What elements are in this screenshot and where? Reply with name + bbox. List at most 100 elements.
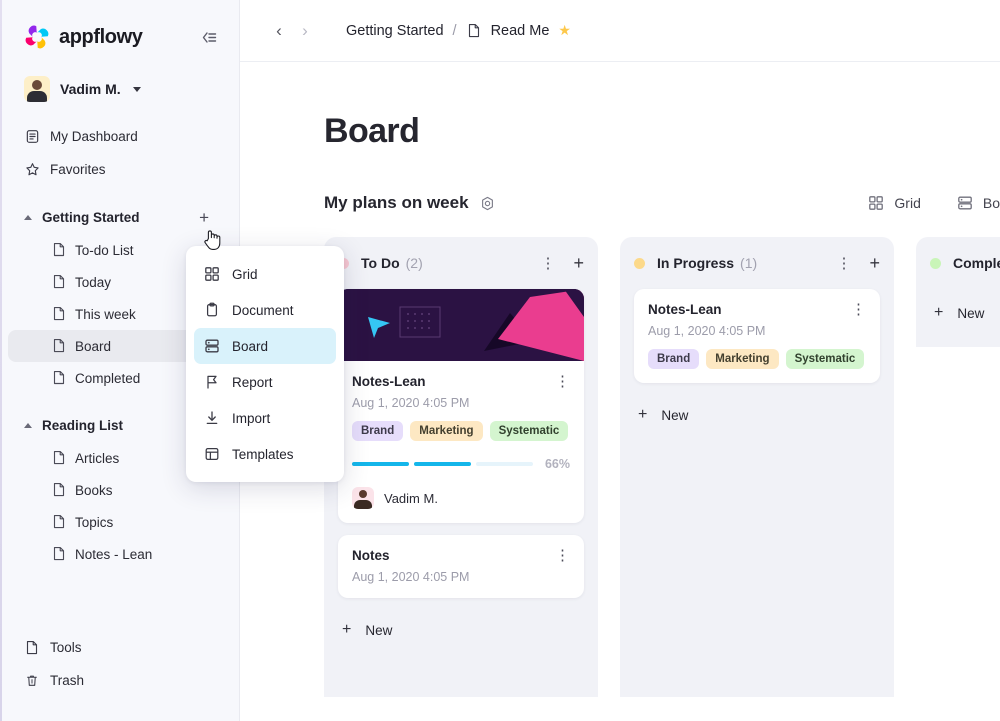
sidebar-item-trash[interactable]: Trash — [0, 664, 229, 697]
sidebar-item-label: Notes - Lean — [75, 547, 152, 562]
sidebar-item-label: Topics — [75, 515, 113, 530]
plus-icon: + — [342, 622, 351, 638]
templates-icon — [204, 446, 220, 462]
column-add-card-button[interactable]: + — [573, 254, 584, 272]
settings-target-icon[interactable] — [480, 196, 495, 211]
sidebar-item-label: Tools — [50, 640, 82, 655]
tag[interactable]: Brand — [648, 349, 699, 369]
sidebar-item-tools[interactable]: Tools — [0, 631, 229, 664]
document-icon — [52, 546, 66, 562]
sidebar-item-notes-lean[interactable]: Notes - Lean — [8, 538, 227, 570]
card-title: Notes — [352, 548, 390, 563]
sidebar-item-label: My Dashboard — [50, 129, 138, 144]
tag[interactable]: Systematic — [786, 349, 865, 369]
chevron-up-icon — [24, 215, 32, 220]
card-title: Notes-Lean — [648, 302, 722, 317]
plus-icon: + — [934, 305, 943, 321]
progress-percent: 66% — [545, 457, 570, 471]
menu-item-document[interactable]: Document — [194, 292, 336, 328]
card-title: Notes-Lean — [352, 374, 426, 389]
card-progress: 66% — [352, 457, 570, 471]
view-tab-grid[interactable]: Grid — [868, 195, 920, 211]
chevron-down-icon — [133, 87, 141, 92]
menu-item-grid[interactable]: Grid — [194, 256, 336, 292]
brand-name: appflowy — [59, 26, 142, 49]
board-card[interactable]: Notes-Lean ⋮ Aug 1, 2020 4:05 PM Brand M… — [338, 289, 584, 523]
new-label: New — [957, 306, 984, 321]
sidebar-item-label: This week — [75, 307, 136, 322]
column-name: In Progress — [657, 255, 734, 271]
breadcrumb-parent[interactable]: Getting Started — [346, 23, 444, 39]
forward-button[interactable]: › — [292, 18, 318, 44]
section-label: Reading List — [42, 418, 123, 433]
breadcrumb: Getting Started / Read Me ★ — [346, 22, 571, 39]
board-column-completed: Complet + New — [916, 237, 1000, 347]
document-icon — [52, 242, 66, 258]
breadcrumb-separator: / — [453, 23, 457, 39]
board-card[interactable]: Notes-Lean ⋮ Aug 1, 2020 4:05 PM Brand M… — [634, 289, 880, 383]
document-icon — [52, 514, 66, 530]
topbar: ‹ › Getting Started / Read Me ★ — [240, 0, 1000, 62]
menu-item-templates[interactable]: Templates — [194, 436, 336, 472]
sidebar-item-topics[interactable]: Topics — [8, 506, 227, 538]
dashboard-icon — [24, 129, 40, 145]
add-new-card-to-do[interactable]: + New — [338, 610, 584, 650]
add-new-card-completed[interactable]: + New — [930, 293, 1000, 333]
tag[interactable]: Systematic — [490, 421, 569, 441]
column-name: Complet — [953, 255, 1000, 271]
add-page-button[interactable]: + — [199, 209, 209, 226]
user-menu[interactable]: Vadim M. — [24, 74, 239, 104]
breadcrumb-current[interactable]: Read Me — [491, 23, 550, 39]
document-icon — [52, 338, 66, 354]
add-new-card-in-progress[interactable]: + New — [634, 395, 880, 435]
user-name: Vadim M. — [60, 81, 121, 97]
sidebar-item-label: Trash — [50, 673, 84, 688]
view-tab-board[interactable]: Bo — [957, 195, 1000, 211]
card-tags: Brand Marketing Systematic — [648, 349, 866, 369]
app-root: appflowy Vadim M. — [0, 0, 1000, 721]
favorite-star-icon[interactable]: ★ — [558, 22, 571, 39]
menu-item-board[interactable]: Board — [194, 328, 336, 364]
star-icon — [24, 162, 40, 178]
board-card[interactable]: Notes ⋮ Aug 1, 2020 4:05 PM — [338, 535, 584, 598]
card-menu-button[interactable]: ⋮ — [555, 548, 570, 563]
column-header: Complet — [930, 237, 1000, 289]
card-body: Notes ⋮ Aug 1, 2020 4:05 PM — [338, 535, 584, 598]
sidebar-edge-accent — [0, 0, 2, 721]
column-count: (2) — [406, 255, 423, 271]
document-icon — [52, 274, 66, 290]
collapse-sidebar-icon[interactable] — [197, 27, 221, 48]
progress-segment — [352, 462, 409, 466]
document-icon — [52, 370, 66, 386]
board-icon — [204, 338, 220, 354]
column-menu-button[interactable]: ⋮ — [836, 256, 851, 271]
sidebar-item-my-dashboard[interactable]: My Dashboard — [0, 120, 229, 153]
grid-icon — [204, 266, 220, 282]
assignee-name: Vadim M. — [384, 491, 438, 506]
sidebar-item-label: Articles — [75, 451, 119, 466]
card-tags: Brand Marketing Systematic — [352, 421, 570, 441]
sidebar-item-label: Board — [75, 339, 111, 354]
clipboard-icon — [204, 302, 220, 318]
card-date: Aug 1, 2020 4:05 PM — [648, 324, 866, 338]
card-body: Notes-Lean ⋮ Aug 1, 2020 4:05 PM Brand M… — [338, 361, 584, 523]
menu-item-report[interactable]: Report — [194, 364, 336, 400]
view-tab-label: Grid — [894, 195, 920, 211]
column-add-card-button[interactable]: + — [869, 254, 880, 272]
brand[interactable]: appflowy — [24, 24, 142, 50]
column-name: To Do — [361, 255, 400, 271]
card-menu-button[interactable]: ⋮ — [555, 374, 570, 389]
document-icon — [52, 450, 66, 466]
card-body: Notes-Lean ⋮ Aug 1, 2020 4:05 PM Brand M… — [634, 289, 880, 383]
back-button[interactable]: ‹ — [266, 18, 292, 44]
column-header: In Progress (1) ⋮ + — [634, 237, 880, 289]
tag[interactable]: Marketing — [706, 349, 778, 369]
sidebar-item-favorites[interactable]: Favorites — [0, 153, 229, 186]
card-date: Aug 1, 2020 4:05 PM — [352, 396, 570, 410]
column-menu-button[interactable]: ⋮ — [540, 256, 555, 271]
card-menu-button[interactable]: ⋮ — [851, 302, 866, 317]
tag[interactable]: Marketing — [410, 421, 482, 441]
tag[interactable]: Brand — [352, 421, 403, 441]
menu-item-import[interactable]: Import — [194, 400, 336, 436]
document-icon — [24, 640, 40, 656]
